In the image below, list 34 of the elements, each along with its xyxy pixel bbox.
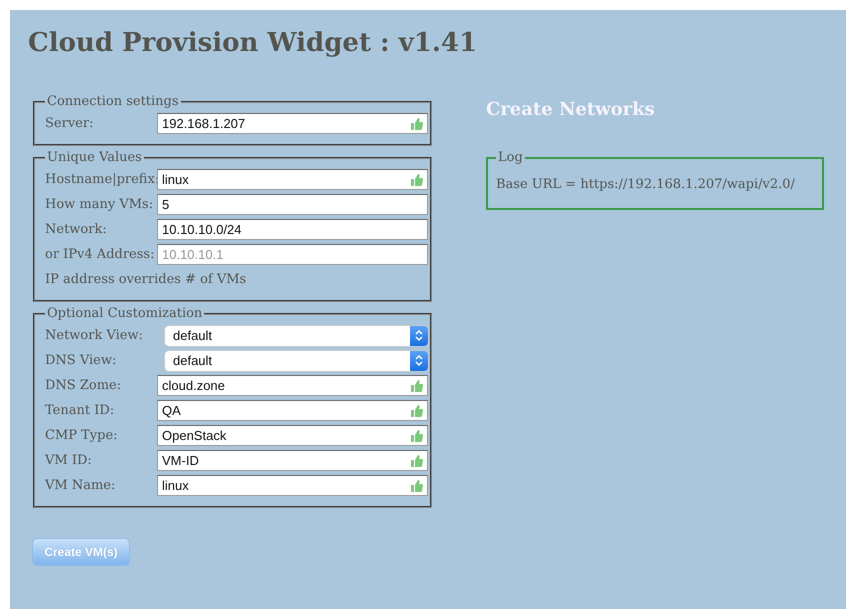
input-field[interactable]: 5 (157, 194, 428, 215)
field-label: Server: (45, 116, 94, 131)
input-field[interactable]: OpenStack (157, 425, 428, 446)
field-label: VM Name: (45, 478, 116, 493)
field-label: Hostname|prefix: (45, 172, 157, 187)
input-field[interactable]: QA (157, 400, 428, 421)
dropdown[interactable]: default (165, 326, 428, 346)
input-field[interactable]: VM-ID (157, 450, 428, 471)
field-label: How many VMs: (45, 197, 154, 212)
field-label: Tenant ID: (45, 403, 116, 418)
field-label: Network: (45, 222, 108, 237)
page-title: Cloud Provision Widget : v1.41 (28, 28, 478, 58)
field-label: VM ID: (45, 453, 93, 468)
stepper-icon (415, 354, 423, 367)
input-field[interactable]: 10.10.10.0/24 (157, 219, 428, 240)
stepper-icon (415, 329, 423, 342)
log-legend: Log (496, 150, 525, 165)
field-label: or IPv4 Address: (45, 247, 156, 262)
group-legend: Unique Values (45, 150, 144, 165)
field-label: DNS View: (45, 353, 118, 368)
dropdown[interactable]: default (165, 350, 428, 370)
input-field[interactable]: 10.10.10.1 (157, 244, 428, 265)
input-field[interactable]: linux (157, 475, 428, 496)
log-line: Base URL = https://192.168.1.207/wapi/v2.0/ (496, 177, 796, 192)
section-heading: Create Networks (486, 99, 656, 120)
field-label: DNS Zome: (45, 378, 122, 393)
input-field[interactable]: linux (157, 169, 428, 190)
field-label: CMP Type: (45, 428, 119, 443)
input-field[interactable]: 192.168.1.207 (157, 113, 428, 134)
input-field[interactable]: cloud.zone (157, 375, 428, 396)
field-label: Network View: (45, 328, 144, 343)
group-legend: Optional Customization (45, 306, 204, 321)
hint-text: IP address overrides # of VMs (45, 271, 248, 289)
group-legend: Connection settings (45, 94, 181, 109)
